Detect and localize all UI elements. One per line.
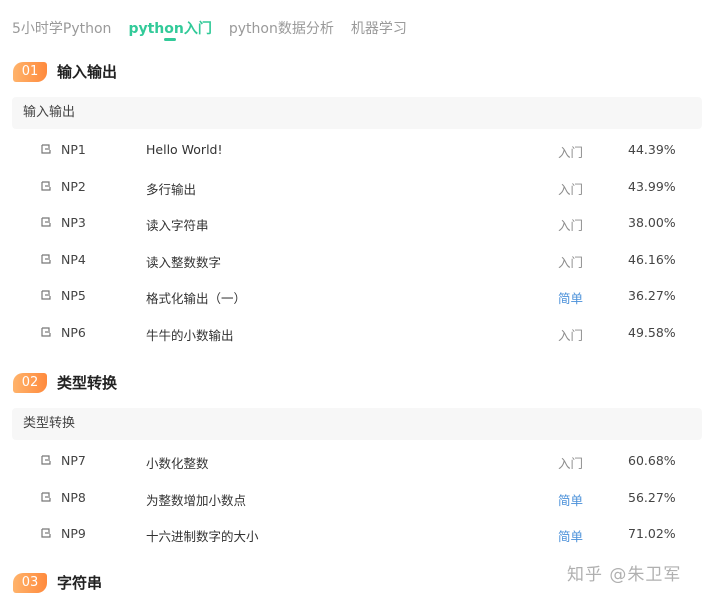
pass-rate: 71.02% [628,526,676,541]
course-tabs: 5小时学Python python入门 python数据分析 机器学习 [12,18,407,38]
problem-doc-icon [40,216,52,228]
problem-title[interactable]: Hello World! [146,142,223,157]
difficulty-label: 入门 [558,145,584,160]
tab-python-data-analysis[interactable]: python数据分析 [229,18,334,38]
section-header: 03 字符串 [13,572,102,593]
pass-rate: 43.99% [628,178,676,194]
pass-rate: 44.39% [628,142,676,157]
problem-title[interactable]: 读入整数数字 [146,252,221,271]
problem-row[interactable]: NP1 Hello World! 入门 44.39% [12,132,702,168]
difficulty-label: 入门 [558,218,584,234]
difficulty-label: 入门 [558,254,584,270]
section-title: 类型转换 [57,374,118,392]
pass-rate: 60.68% [628,453,676,468]
problem-id: NP7 [61,453,86,468]
problem-row[interactable]: NP5 格式化输出（一） 简单 36.27% [12,278,702,314]
problem-row[interactable]: NP8 为整数增加小数点 简单 56.27% [12,480,702,516]
problem-doc-icon [40,289,52,301]
problem-doc-icon [40,326,52,338]
problem-id: NP3 [61,215,86,231]
problem-title[interactable]: 读入字符串 [146,215,209,234]
pass-rate: 49.58% [628,325,676,340]
chapter-subheader: 类型转换 [12,408,702,440]
problem-title[interactable]: 格式化输出（一） [146,288,246,307]
problem-title[interactable]: 多行输出 [146,179,196,198]
section-number-badge: 01 [13,61,47,82]
problem-row[interactable]: NP4 读入整数数字 入门 46.16% [12,242,702,278]
section-header: 02 类型转换 [13,372,117,393]
problem-doc-icon [40,143,52,155]
pass-rate: 38.00% [628,215,676,231]
difficulty-label: 简单 [558,492,584,508]
problem-id: NP2 [61,178,86,194]
problem-id: NP5 [61,288,86,304]
difficulty-label: 入门 [558,181,584,197]
problem-row[interactable]: NP9 十六进制数字的大小 简单 71.02% [12,516,702,552]
page: 5小时学Python python入门 python数据分析 机器学习 01 输… [0,0,720,598]
problem-id: NP1 [61,142,86,157]
problem-id: NP4 [61,251,86,267]
problem-id: NP6 [61,325,86,340]
section-header: 01 输入输出 [13,61,117,82]
problem-row[interactable]: NP2 多行输出 入门 43.99% [12,169,702,205]
difficulty-label: 入门 [558,456,584,471]
problem-title[interactable]: 牛牛的小数输出 [146,325,234,344]
section-number-badge: 03 [13,572,47,593]
problem-doc-icon [40,253,52,265]
tab-5h-python[interactable]: 5小时学Python [12,18,111,38]
watermark: 知乎 @朱卫军 [567,565,682,585]
problem-doc-icon [40,180,52,192]
difficulty-label: 入门 [558,328,584,343]
pass-rate: 56.27% [628,489,676,505]
problem-doc-icon [40,527,52,539]
difficulty-label: 简单 [558,291,584,307]
tab-machine-learning[interactable]: 机器学习 [351,18,407,38]
problem-doc-icon [40,491,52,503]
pass-rate: 46.16% [628,251,676,267]
section-number-badge: 02 [13,372,47,393]
problem-title[interactable]: 为整数增加小数点 [146,490,246,509]
problem-id: NP9 [61,526,86,541]
chapter-subheader: 输入输出 [12,97,702,129]
section-title: 输入输出 [57,63,118,81]
problem-row[interactable]: NP6 牛牛的小数输出 入门 49.58% [12,315,702,351]
pass-rate: 36.27% [628,288,676,304]
section-title: 字符串 [57,574,103,592]
problem-row[interactable]: NP3 读入字符串 入门 38.00% [12,205,702,241]
difficulty-label: 简单 [558,529,584,544]
problem-doc-icon [40,454,52,466]
problem-row[interactable]: NP7 小数化整数 入门 60.68% [12,443,702,479]
tab-python-intro[interactable]: python入门 [128,18,211,38]
problem-title[interactable]: 十六进制数字的大小 [146,526,259,545]
problem-title[interactable]: 小数化整数 [146,453,209,472]
problem-id: NP8 [61,489,86,505]
